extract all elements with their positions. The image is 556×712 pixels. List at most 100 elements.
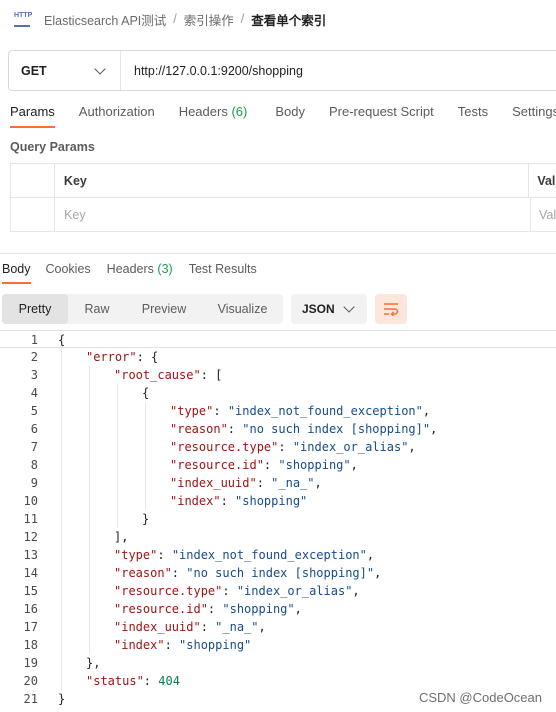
code-token: "index" — [170, 494, 221, 508]
code-line: 10 "index": "shopping" — [0, 492, 556, 510]
chevron-down-icon — [343, 301, 355, 313]
code-token: , — [374, 566, 382, 580]
indent-guide — [89, 564, 90, 582]
tab-tests[interactable]: Tests — [458, 104, 488, 128]
pane-divider[interactable] — [0, 253, 556, 254]
tab-params[interactable]: Params — [10, 104, 55, 128]
code-token: , — [258, 620, 266, 634]
headers-count: (6) — [231, 104, 248, 119]
indent-guide — [145, 456, 146, 474]
indent-guide — [117, 474, 118, 492]
indent-guide — [61, 456, 62, 474]
indent-guide — [89, 618, 90, 636]
tab-label: Settings — [512, 104, 556, 119]
indent-guide — [61, 492, 62, 510]
indent-guide — [89, 420, 90, 438]
code-token: "resource.id" — [114, 602, 208, 616]
line-number: 12 — [23, 530, 38, 544]
view-raw-button[interactable]: Raw — [68, 294, 126, 324]
line-number: 11 — [23, 512, 38, 526]
wrap-lines-button[interactable] — [375, 294, 407, 324]
code-token: "index_not_found_exception" — [227, 404, 423, 418]
code-token: "status" — [86, 674, 144, 688]
code-token: "index_uuid" — [170, 476, 257, 490]
wrap-lines-icon — [384, 303, 399, 316]
code-token: "resource.type" — [170, 440, 279, 454]
code-token: "type" — [170, 404, 214, 418]
code-token: : — [157, 548, 172, 562]
indent-guide — [117, 384, 118, 402]
breadcrumb-current[interactable]: 查看单个索引 — [251, 10, 326, 29]
breadcrumb-collection[interactable]: Elasticsearch API测试 — [44, 10, 166, 29]
code-token: "reason" — [170, 422, 228, 436]
code-text: } — [38, 510, 556, 528]
line-number: 2 — [30, 350, 38, 364]
line-number: 1 — [30, 333, 38, 347]
tab-headers[interactable]: Headers (6) — [179, 104, 248, 128]
key-input[interactable]: Key — [55, 198, 531, 231]
method-select[interactable]: GET — [9, 51, 121, 90]
line-number: 4 — [30, 386, 38, 400]
indent-guide — [117, 402, 118, 420]
tab-response-headers[interactable]: Headers (3) — [107, 262, 173, 284]
code-text: "resource.id": "shopping", — [38, 600, 556, 618]
line-number: 6 — [30, 422, 38, 436]
view-visualize-button[interactable]: Visualize — [202, 294, 283, 324]
view-mode-selector: Pretty Raw Preview Visualize — [2, 294, 283, 324]
tab-pre-request-script[interactable]: Pre-request Script — [329, 104, 434, 128]
tab-label: Cookies — [45, 262, 91, 276]
code-line: 18 "index": "shopping" — [0, 636, 556, 654]
code-token: , — [352, 584, 360, 598]
code-text: "type": "index_not_found_exception", — [38, 546, 556, 564]
indent-guide — [145, 420, 146, 438]
code-line: 12], — [0, 528, 556, 546]
indent-guide — [61, 600, 62, 618]
row-checkbox[interactable] — [11, 198, 56, 231]
view-preview-button[interactable]: Preview — [126, 294, 202, 324]
value-input[interactable]: Value — [531, 198, 556, 231]
tab-settings[interactable]: Settings — [512, 104, 556, 128]
code-line: 14 "reason": "no such index [shopping]", — [0, 564, 556, 582]
code-token: "index" — [114, 638, 165, 652]
tab-response-body[interactable]: Body — [2, 262, 31, 284]
indent-guide — [61, 636, 62, 654]
tab-cookies[interactable]: Cookies — [46, 262, 91, 284]
code-line: 6 "reason": "no such index [shopping]", — [0, 420, 556, 438]
tab-authorization[interactable]: Authorization — [79, 104, 155, 128]
line-number: 9 — [30, 476, 38, 490]
indent-guide — [89, 636, 90, 654]
code-line: 11} — [0, 510, 556, 528]
code-line: 3 "root_cause": [ — [0, 366, 556, 384]
breadcrumb-folder[interactable]: 索引操作 — [184, 10, 234, 29]
indent-guide — [61, 420, 62, 438]
headers-count: (3) — [157, 262, 173, 276]
table-header-row: Key Value — [11, 164, 556, 198]
indent-guide — [89, 402, 90, 420]
code-token: , — [430, 422, 438, 436]
code-token: { — [58, 333, 66, 347]
view-pretty-button[interactable]: Pretty — [2, 294, 68, 324]
code-text: "index_uuid": "_na_", — [38, 474, 556, 492]
breadcrumb: HTTP Elasticsearch API测试 / 索引操作 / 查看单个索引 — [14, 8, 326, 30]
indent-guide — [117, 492, 118, 510]
indent-guide — [117, 420, 118, 438]
tab-label: Headers — [106, 262, 154, 276]
code-token: { — [142, 386, 150, 400]
code-line: 8 "resource.id": "shopping", — [0, 456, 556, 474]
format-select[interactable]: JSON — [291, 294, 367, 324]
tab-test-results[interactable]: Test Results — [189, 262, 257, 284]
tab-body[interactable]: Body — [275, 104, 305, 128]
response-body-viewer[interactable]: 1{2 "error": {3 "root_cause": [4{5 "type": … — [0, 330, 556, 708]
url-input[interactable]: http://127.0.0.1:9200/shopping — [121, 64, 303, 78]
code-token: "shopping" — [278, 458, 351, 472]
code-text: "resource.type": "index_or_alias", — [38, 582, 556, 600]
code-token: "error" — [86, 350, 137, 364]
watermark: CSDN @CodeOcean — [418, 690, 542, 705]
code-token: , — [294, 602, 302, 616]
code-token: , — [408, 440, 416, 454]
code-token: : [ — [200, 368, 223, 382]
code-token: "type" — [114, 548, 158, 562]
code-line: 5 "type": "index_not_found_exception", — [0, 402, 556, 420]
code-token: "no such index [shopping]" — [186, 566, 375, 580]
line-number: 10 — [23, 494, 38, 508]
